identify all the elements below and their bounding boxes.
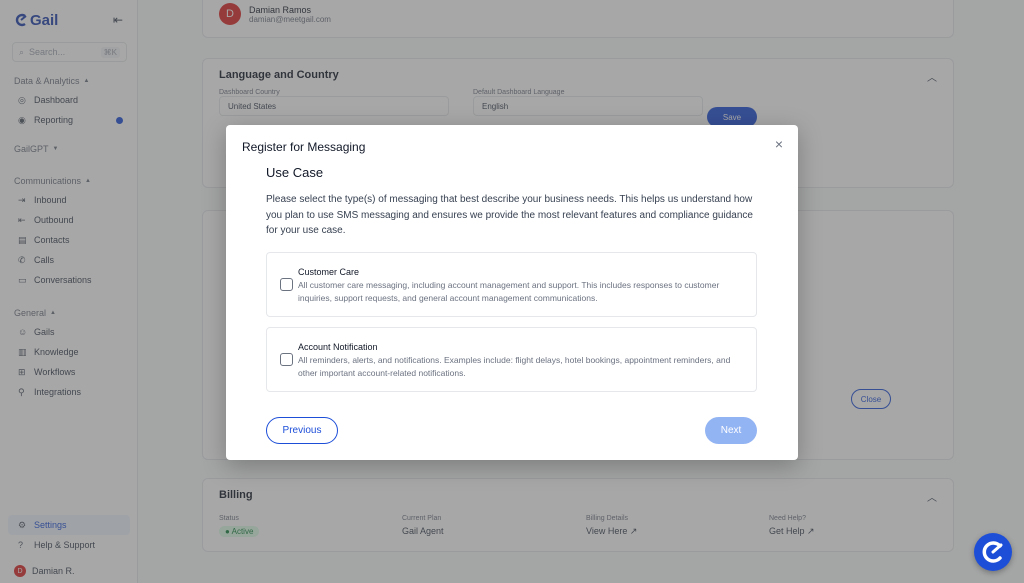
account-notification-checkbox[interactable] xyxy=(280,353,293,366)
modal-title: Register for Messaging xyxy=(242,140,366,154)
gail-logo-icon xyxy=(982,541,1003,563)
option-customer-care[interactable]: Customer Care All customer care messagin… xyxy=(266,252,757,317)
option-account-notification[interactable]: Account Notification All reminders, aler… xyxy=(266,327,757,392)
next-button[interactable]: Next xyxy=(705,417,757,444)
step-description: Please select the type(s) of messaging t… xyxy=(266,194,753,236)
option-title: Account Notification xyxy=(298,342,378,352)
previous-button[interactable]: Previous xyxy=(266,417,338,444)
step-title: Use Case xyxy=(266,165,324,180)
option-description: All reminders, alerts, and notifications… xyxy=(298,355,731,378)
customer-care-checkbox[interactable] xyxy=(280,278,293,291)
register-messaging-modal: Register for Messaging × Use Case Please… xyxy=(226,125,798,460)
close-icon[interactable]: × xyxy=(772,137,786,151)
chat-support-button[interactable] xyxy=(974,533,1012,571)
option-description: All customer care messaging, including a… xyxy=(298,280,720,303)
option-title: Customer Care xyxy=(298,267,360,277)
